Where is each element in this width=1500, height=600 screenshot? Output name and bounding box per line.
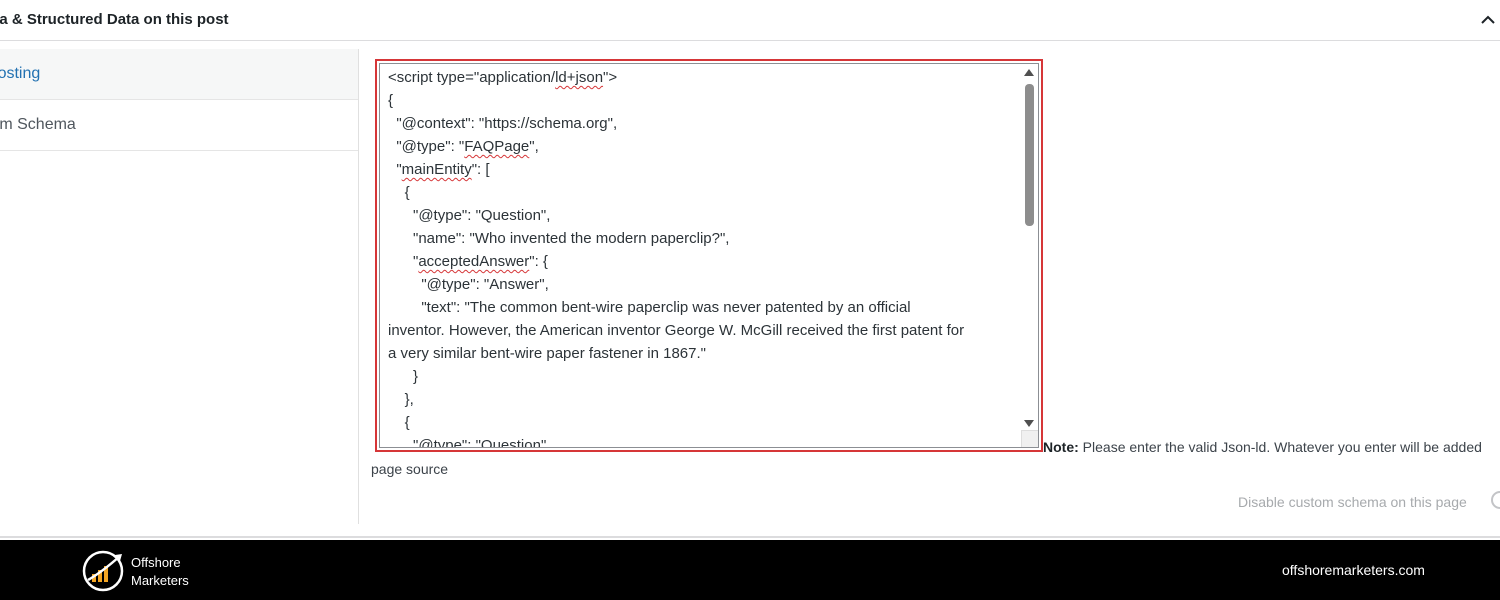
note-continuation: page source	[371, 461, 449, 477]
code-line: }	[388, 368, 419, 385]
offshore-marketers-logo-icon	[82, 550, 126, 592]
brand-line-1: Offshore	[131, 555, 181, 570]
scroll-thumb[interactable]	[1025, 84, 1034, 226]
sidebar-item-label: stom Schema	[0, 116, 76, 133]
json-ld-textarea[interactable]: <script type="application/ld+json"> { "@…	[379, 63, 1039, 448]
code-line: {	[388, 184, 410, 201]
code-line: "@type": "Question",	[388, 207, 551, 224]
code-line: "mainEntity": [	[388, 161, 490, 178]
scroll-up-icon[interactable]	[1024, 69, 1034, 76]
code-line: {	[388, 92, 394, 109]
note-message: Please enter the valid Json-ld. Whatever…	[1078, 439, 1482, 455]
spellcheck-word: type	[433, 437, 462, 448]
disable-custom-schema-toggle[interactable]	[1491, 491, 1500, 509]
footer-banner: Offshore Marketers offshoremarketers.com	[0, 540, 1500, 600]
note-label: Note:	[1043, 439, 1079, 455]
spellcheck-word: FAQPage	[464, 138, 530, 155]
spellcheck-word: mainEntity	[401, 161, 472, 178]
code-line: a very similar bent-wire paper fastener …	[388, 345, 706, 362]
brand-line-2: Marketers	[131, 573, 189, 588]
footer-website-link[interactable]: offshoremarketers.com	[1282, 562, 1425, 578]
chevron-up-icon[interactable]	[1478, 10, 1498, 30]
note-text: Note: Please enter the valid Json-ld. Wh…	[1043, 439, 1482, 455]
custom-schema-editor: <script type="application/ld+json"> { "@…	[375, 59, 1043, 452]
spellcheck-word: acceptedAnswer	[418, 253, 530, 270]
code-line: inventor. However, the American inventor…	[388, 322, 965, 339]
panel-header: ma & Structured Data on this post	[0, 0, 1500, 41]
schema-sidebar: gPosting stom Schema	[0, 49, 359, 524]
sidebar-item-blogposting[interactable]: gPosting	[0, 49, 358, 100]
code-line: "@type": "Question",	[388, 436, 550, 448]
code-line: "@type": "FAQPage",	[388, 138, 539, 155]
panel-title: ma & Structured Data on this post	[0, 11, 229, 28]
code-line: "@type": "Answer",	[388, 276, 549, 293]
footer-brand: Offshore Marketers	[131, 554, 189, 590]
scroll-down-icon[interactable]	[1024, 420, 1034, 427]
editor-scrollbar[interactable]	[1021, 64, 1038, 447]
code-line: {	[388, 414, 410, 431]
sidebar-item-label: gPosting	[0, 65, 41, 82]
code-line: "acceptedAnswer": {	[388, 253, 548, 270]
code-line: "@context": "https://schema.org",	[388, 115, 618, 132]
code-line: "name": "Who invented the modern papercl…	[388, 230, 730, 247]
code-line: "text": "The common bent-wire paperclip …	[388, 299, 911, 316]
divider	[0, 536, 1500, 538]
disable-custom-schema-label: Disable custom schema on this page	[1238, 494, 1467, 510]
code-line: <script type="application/ld+json">	[388, 69, 618, 86]
code-line: },	[388, 391, 414, 408]
spellcheck-word: ld+json	[555, 69, 604, 86]
resize-handle-icon[interactable]	[1021, 430, 1038, 447]
sidebar-item-custom-schema[interactable]: stom Schema	[0, 100, 358, 151]
